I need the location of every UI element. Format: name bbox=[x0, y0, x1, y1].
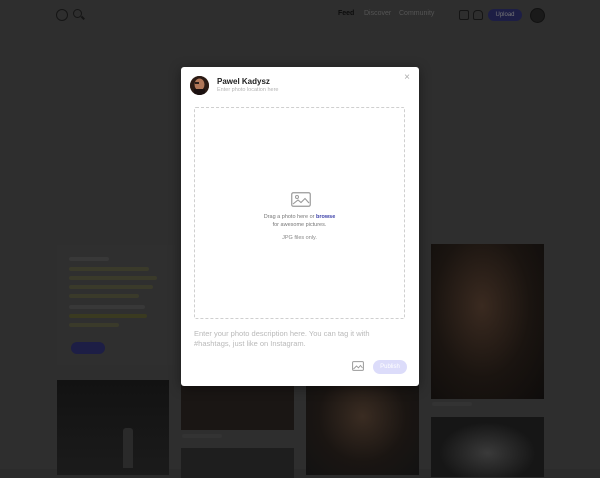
feed-photo[interactable] bbox=[181, 385, 294, 430]
browse-link[interactable]: browse bbox=[316, 214, 335, 220]
photo-caption bbox=[182, 434, 222, 438]
location-input[interactable] bbox=[217, 87, 337, 93]
new-post-modal: Pawel Kadysz × Drag a photo here or brow… bbox=[181, 67, 419, 386]
profile-line bbox=[69, 285, 153, 289]
photo-dropzone[interactable]: Drag a photo here or browse for awesome … bbox=[194, 107, 405, 319]
add-image-icon[interactable] bbox=[352, 361, 364, 371]
dropzone-file-types: JPG files only. bbox=[282, 235, 317, 241]
profile-line bbox=[69, 276, 157, 280]
feed-photo[interactable] bbox=[57, 380, 169, 475]
nav-item-community[interactable]: Community bbox=[399, 10, 434, 17]
profile-line bbox=[69, 267, 149, 271]
avatar-portrait bbox=[190, 76, 209, 95]
bell-icon[interactable] bbox=[473, 10, 483, 20]
close-icon[interactable]: × bbox=[402, 73, 412, 83]
profile-line bbox=[69, 305, 145, 309]
upload-button[interactable]: Upload bbox=[488, 9, 522, 21]
feed-photo[interactable] bbox=[306, 385, 419, 475]
feed-photo[interactable] bbox=[431, 244, 544, 399]
image-placeholder-icon bbox=[291, 192, 311, 207]
feed-photo[interactable] bbox=[431, 417, 544, 477]
dropzone-subtext: for awesome pictures. bbox=[272, 222, 327, 228]
description-field[interactable] bbox=[194, 329, 394, 359]
inbox-icon[interactable] bbox=[459, 10, 469, 20]
profile-line bbox=[69, 323, 119, 327]
publish-button[interactable]: Publish bbox=[373, 360, 407, 374]
bottle-shape bbox=[123, 428, 133, 468]
top-navigation: Feed Discover Community Upload bbox=[0, 0, 600, 30]
profile-card bbox=[57, 245, 175, 365]
nav-item-discover[interactable]: Discover bbox=[364, 10, 391, 17]
nav-item-feed[interactable]: Feed bbox=[338, 10, 354, 17]
profile-line bbox=[69, 314, 147, 318]
dropzone-drag-text: Drag a photo here or bbox=[263, 214, 317, 220]
dropzone-instruction: Drag a photo here or browse bbox=[195, 214, 404, 220]
feed-photo[interactable] bbox=[181, 448, 294, 478]
modal-user-name: Pawel Kadysz bbox=[217, 77, 270, 86]
follow-button[interactable] bbox=[71, 342, 105, 354]
profile-line bbox=[69, 294, 139, 298]
user-avatar[interactable] bbox=[530, 8, 545, 23]
profile-line bbox=[69, 257, 109, 261]
search-icon[interactable] bbox=[73, 9, 82, 18]
photo-caption bbox=[432, 402, 472, 406]
modal-user-avatar bbox=[190, 76, 209, 95]
logo-icon[interactable] bbox=[56, 9, 68, 21]
